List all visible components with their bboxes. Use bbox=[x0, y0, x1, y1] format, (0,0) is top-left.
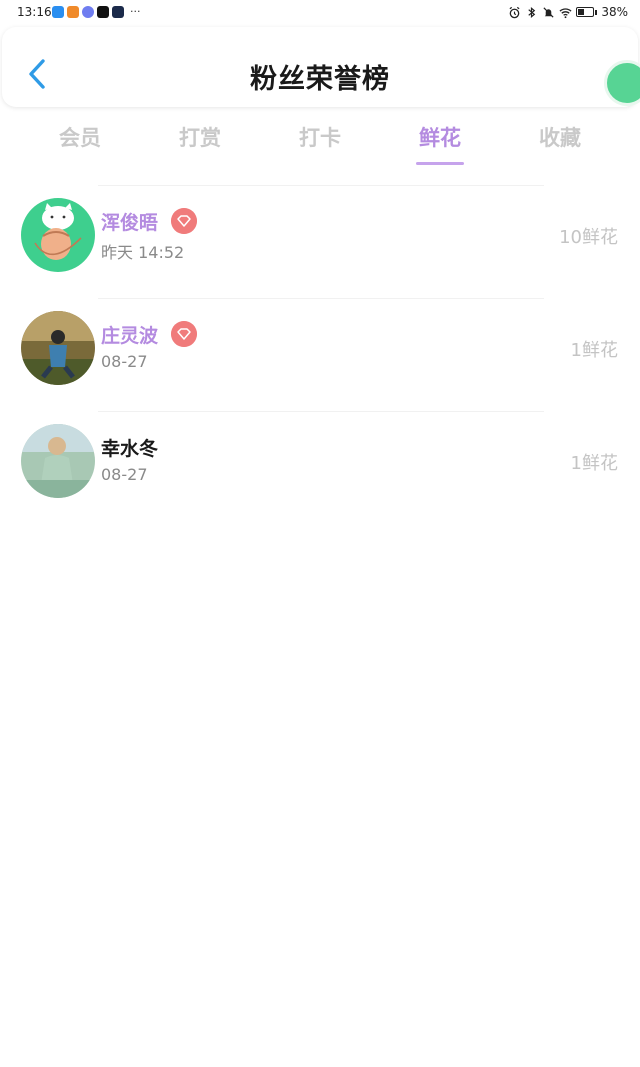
notification-icons: ··· bbox=[52, 6, 141, 18]
wifi-icon bbox=[559, 7, 572, 18]
timestamp: 08-27 bbox=[101, 465, 148, 484]
list-item[interactable]: 庄灵波 08-27 1鲜花 bbox=[0, 299, 640, 411]
page-title: 粉丝荣誉榜 bbox=[250, 64, 390, 95]
avatar[interactable] bbox=[21, 311, 95, 385]
flower-count: 1鲜花 bbox=[570, 453, 618, 474]
list-item[interactable]: 浑俊晤 昨天 14:52 10鲜花 bbox=[0, 186, 640, 298]
battery-icon bbox=[576, 7, 598, 17]
status-bar: 13:16 ··· 38% bbox=[0, 0, 640, 26]
mute-icon bbox=[543, 6, 554, 18]
nav-header: 粉丝荣誉榜 bbox=[2, 27, 640, 107]
user-name: 幸水冬 bbox=[101, 438, 159, 460]
app-notification-icon bbox=[52, 6, 64, 18]
tab-bar: 会员 打赏 打卡 鲜花 收藏 bbox=[0, 110, 640, 166]
alarm-icon bbox=[509, 6, 520, 18]
diamond-badge-icon bbox=[171, 208, 197, 234]
more-notifications-icon: ··· bbox=[130, 5, 141, 18]
diamond-badge-icon bbox=[171, 321, 197, 347]
active-tab-indicator bbox=[416, 162, 464, 165]
app-notification-icon bbox=[82, 6, 94, 18]
tab-members[interactable]: 会员 bbox=[30, 122, 130, 152]
list-item[interactable]: 幸水冬 08-27 1鲜花 bbox=[0, 412, 640, 524]
bluetooth-icon bbox=[528, 6, 536, 18]
app-notification-icon bbox=[67, 6, 79, 18]
app-notification-icon bbox=[112, 6, 124, 18]
timestamp: 昨天 14:52 bbox=[101, 243, 185, 262]
status-time: 13:16 bbox=[17, 5, 52, 19]
avatar[interactable] bbox=[21, 198, 95, 272]
tab-tips[interactable]: 打赏 bbox=[150, 122, 250, 152]
user-name: 庄灵波 bbox=[101, 325, 159, 347]
timestamp: 08-27 bbox=[101, 352, 148, 371]
app-notification-icon bbox=[97, 6, 109, 18]
flower-count: 1鲜花 bbox=[570, 340, 618, 361]
user-name: 浑俊晤 bbox=[101, 212, 159, 234]
battery-percent: 38% bbox=[601, 5, 628, 19]
tab-favorites[interactable]: 收藏 bbox=[510, 122, 610, 152]
floating-chat-bubble-icon[interactable] bbox=[604, 60, 640, 106]
tab-flowers[interactable]: 鲜花 bbox=[390, 122, 490, 152]
tab-checkin[interactable]: 打卡 bbox=[270, 122, 370, 152]
flower-count: 10鲜花 bbox=[559, 227, 618, 248]
avatar[interactable] bbox=[21, 424, 95, 498]
system-icons: 38% bbox=[508, 5, 628, 19]
